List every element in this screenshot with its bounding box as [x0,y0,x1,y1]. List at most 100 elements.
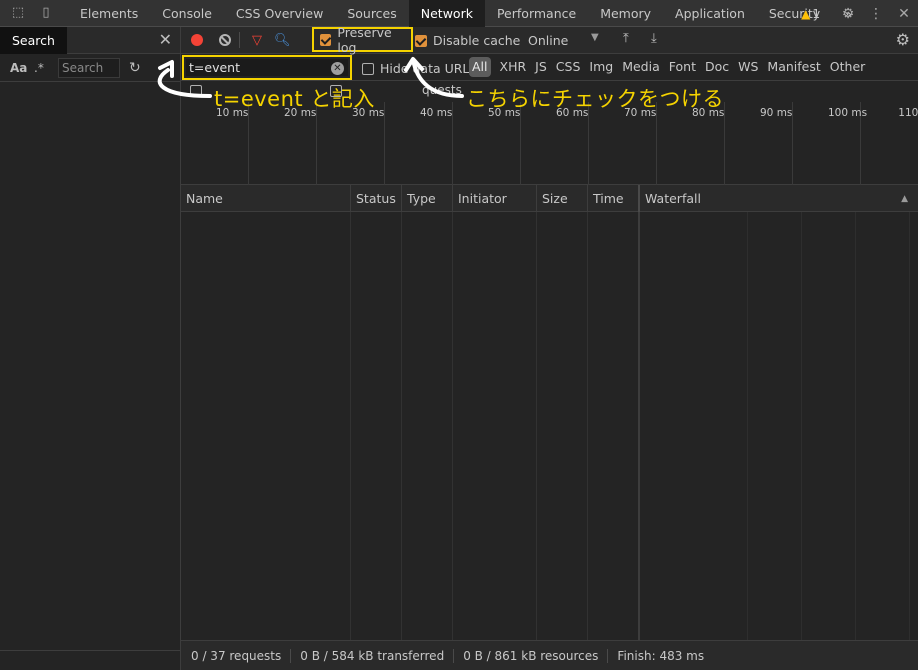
timeline-gridline [520,102,521,185]
throttling-select[interactable]: Online [528,33,568,48]
column-divider [536,212,537,640]
timeline-gridline [452,102,453,185]
type-filter-media[interactable]: Media [622,57,660,77]
search-options-row: Aa .* Search ↻ [0,54,180,82]
column-divider [350,212,351,640]
waterfall-gridline [909,212,910,640]
type-filter-doc[interactable]: Doc [705,57,729,77]
warning-count: 1 [812,6,820,21]
column-divider [401,212,402,640]
close-search-icon[interactable]: ✕ [159,30,172,49]
disable-cache-label: Disable cache [433,33,521,48]
record-icon[interactable] [191,34,203,46]
tab-css-overview[interactable]: CSS Overview [224,0,335,27]
tab-application[interactable]: Application [663,0,757,27]
column-time[interactable]: Time [587,185,638,212]
requests-table-header: Name Status Type Initiator Size Time Wat… [181,185,918,212]
disable-cache-check-icon[interactable] [415,34,427,47]
filter-row: t=event ✕ Hide data URLs All XHR JS CSS … [181,54,918,81]
timeline-gridline [588,102,589,185]
hide-data-urls-check-icon[interactable] [362,62,374,75]
tab-performance[interactable]: Performance [485,0,588,27]
network-status-bar: 0 / 37 requests 0 B / 584 kB transferred… [181,640,918,670]
type-filter-img[interactable]: Img [589,57,613,77]
import-har-icon[interactable]: ⤒ [623,31,629,46]
sort-ascending-icon[interactable]: ▲ [901,194,908,204]
kebab-menu-icon[interactable]: ⋮ [862,6,890,22]
match-case-button[interactable]: Aa [10,61,34,75]
preserve-log-check-icon[interactable] [320,33,332,46]
column-divider [587,212,588,640]
devtools-tab-bar: ⬚ ▯ Elements Console CSS Overview Source… [0,0,918,27]
type-filter-all[interactable]: All [469,57,491,77]
settings-gear-icon[interactable]: ⚙ [834,6,862,22]
waterfall-gridline [855,212,856,640]
column-initiator[interactable]: Initiator [452,185,536,212]
waterfall-gridline [747,212,748,640]
column-name[interactable]: Name [181,185,350,212]
timeline-overview[interactable]: 10 ms 20 ms 30 ms 40 ms 50 ms 60 ms 70 ms 80 ms… [181,102,918,185]
network-toolbar: ▽ 🔍︎ Preserve log Disable cache Online ▼… [181,24,918,55]
column-status[interactable]: Status [350,185,401,212]
regex-button[interactable]: .* [34,61,58,75]
resources-size: 0 B / 861 kB resources [463,648,609,663]
export-har-icon[interactable]: ⤓ [651,31,657,46]
warning-icon: ▲ [801,6,811,21]
type-filter-manifest[interactable]: Manifest [767,57,820,77]
type-filter-other[interactable]: Other [830,57,866,77]
timeline-gridline [724,102,725,185]
tab-network[interactable]: Network [408,0,485,27]
type-filter-css[interactable]: CSS [556,57,581,77]
finish-time: Finish: 483 ms [617,648,705,663]
search-icon[interactable]: 🔍︎ [274,33,291,48]
has-blocked-cookies-checkbox[interactable] [190,85,202,97]
tab-elements[interactable]: Elements [68,0,150,27]
hide-data-urls-label: Hide data URLs [380,61,476,76]
type-filter-js[interactable]: JS [535,57,547,77]
search-panel-header: Search ✕ [0,26,180,54]
disable-cache-checkbox[interactable]: Disable cache [415,33,520,48]
timeline-tick-label: 100 ms [828,107,868,119]
network-panel: ▽ 🔍︎ Preserve log Disable cache Online ▼… [181,24,918,670]
warning-indicator[interactable]: ▲ 1 [801,7,820,21]
type-filter-font[interactable]: Font [669,57,696,77]
preserve-log-label: Preserve log [337,24,392,55]
timeline-tick-label: 110 r [898,107,918,119]
timeline-gridline [792,102,793,185]
timeline-tick-label: 40 ms [420,107,453,119]
network-settings-gear-icon[interactable]: ⚙ [896,30,910,49]
clear-filter-icon[interactable]: ✕ [331,62,344,75]
column-type[interactable]: Type [401,185,452,212]
device-toolbar-icon[interactable]: ▯ [38,5,54,21]
clear-icon[interactable] [219,34,231,46]
tab-sources[interactable]: Sources [335,0,408,27]
search-input[interactable]: Search [58,57,120,78]
timeline-gridline [384,102,385,185]
tab-console[interactable]: Console [150,0,224,27]
search-panel-title[interactable]: Search [0,26,67,54]
filter-input[interactable]: t=event [186,59,348,76]
column-divider [638,212,640,640]
type-filter-ws[interactable]: WS [738,57,758,77]
caret-down-icon[interactable]: ▼ [591,32,599,43]
timeline-gridline [248,102,249,185]
resource-type-filters: All XHR JS CSS Img Media Font Doc WS Man… [469,57,874,77]
search-panel: Search ✕ Aa .* Search ↻ [0,26,181,670]
transferred-size: 0 B / 584 kB transferred [300,648,455,663]
filter-icon[interactable]: ▽ [252,33,262,48]
tab-list: Elements Console CSS Overview Sources Ne… [68,0,864,27]
refresh-icon[interactable]: ↻ [129,60,141,76]
inspect-element-icon[interactable]: ⬚ [10,5,26,21]
preserve-log-checkbox[interactable]: Preserve log [312,24,413,55]
close-devtools-icon[interactable]: ✕ [890,6,918,22]
tab-memory[interactable]: Memory [588,0,663,27]
search-panel-footer [0,650,180,670]
column-divider [452,212,453,640]
annotation-checkbox-note: こちらにチェックをつける [466,87,724,111]
column-waterfall[interactable]: Waterfall [638,185,918,212]
requests-table-body [181,212,918,640]
hide-data-urls-checkbox[interactable]: Hide data URLs [362,61,476,76]
timeline-gridline [316,102,317,185]
type-filter-xhr[interactable]: XHR [500,57,527,77]
column-size[interactable]: Size [536,185,587,212]
